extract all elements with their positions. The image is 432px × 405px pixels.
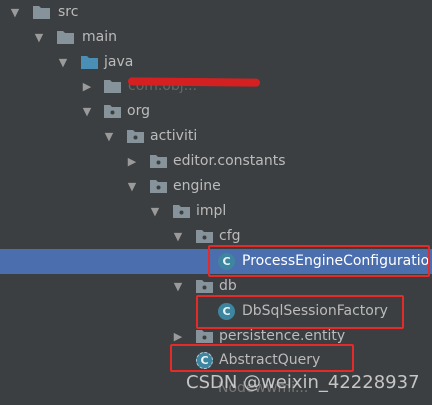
tree-item-label: org [127,103,150,119]
folder-icon [33,6,50,19]
chevron-down-icon[interactable]: ▼ [171,274,185,299]
redaction-scribble [127,77,261,87]
chevron-down-icon[interactable]: ▼ [148,199,162,224]
package-icon [196,330,213,343]
tree-item-label: java [104,54,134,70]
folder-icon [57,31,74,44]
package-icon [196,280,213,293]
tree-item-java[interactable]: ▼ java [0,50,432,75]
tree-item-label: activiti [150,128,198,144]
tree-item-main[interactable]: ▼ main [0,25,432,50]
tree-item-org[interactable]: ▼ org [0,99,432,124]
package-icon [150,155,167,168]
chevron-down-icon[interactable]: ▼ [32,25,46,50]
tree-item-label: engine [173,178,221,194]
chevron-down-icon[interactable]: ▼ [102,124,116,149]
tree-item-label: src [58,4,79,20]
source-folder-icon [81,56,98,69]
package-icon [104,105,121,118]
tree-item-label: impl [196,203,227,219]
chevron-right-icon[interactable]: ▶ [125,149,139,174]
highlight-box [208,245,430,277]
tree-item-activiti[interactable]: ▼ activiti [0,124,432,149]
chevron-down-icon[interactable]: ▼ [171,224,185,249]
chevron-right-icon[interactable]: ▶ [80,74,94,99]
tree-item-label: editor.constants [173,153,286,169]
chevron-down-icon[interactable]: ▼ [56,50,70,75]
package-icon [127,130,144,143]
package-icon [104,80,121,93]
package-icon [173,205,190,218]
package-icon [150,180,167,193]
chevron-down-icon[interactable]: ▼ [8,0,22,25]
watermark: CSDN @weixin_42228937 [186,372,420,393]
tree-item-editor-constants[interactable]: ▶ editor.constants [0,149,432,174]
tree-item-engine[interactable]: ▼ engine [0,174,432,199]
chevron-down-icon[interactable]: ▼ [80,99,94,124]
tree-item-src[interactable]: ▼ src [0,0,432,25]
tree-item-label: main [82,29,117,45]
highlight-box [170,344,354,372]
tree-item-impl[interactable]: ▼ impl [0,199,432,224]
package-icon [196,230,213,243]
chevron-down-icon[interactable]: ▼ [125,174,139,199]
